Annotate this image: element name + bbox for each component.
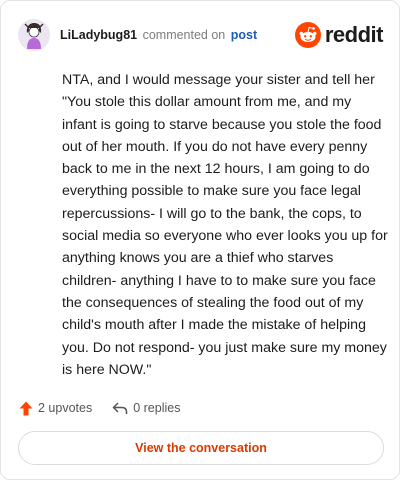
comment-header: LiLadybug81 commented on post reddit (18, 15, 384, 55)
comment-body: NTA, and I would message your sister and… (62, 72, 388, 378)
upvote-count: 2 upvotes (38, 401, 93, 415)
username[interactable]: LiLadybug81 (60, 28, 137, 42)
reply-action[interactable]: 0 replies (112, 401, 180, 415)
user-avatar-icon[interactable] (18, 19, 50, 51)
upvote-arrow-icon (19, 401, 33, 416)
reply-arrow-icon (112, 401, 128, 415)
commented-on-text: commented on (142, 28, 226, 42)
comment-card: LiLadybug81 commented on post reddit NTA… (0, 0, 400, 480)
reddit-alien-icon (294, 22, 321, 48)
reply-count: 0 replies (133, 401, 181, 415)
comment-meta: LiLadybug81 commented on post (60, 28, 257, 42)
reddit-wordmark: reddit (324, 22, 384, 47)
view-conversation-button[interactable]: View the conversation (18, 431, 384, 465)
post-link[interactable]: post (231, 28, 257, 42)
reddit-brand[interactable]: reddit (294, 22, 384, 48)
comment-actions: 2 upvotes 0 replies (19, 397, 180, 419)
upvote-action[interactable]: 2 upvotes (19, 401, 92, 416)
